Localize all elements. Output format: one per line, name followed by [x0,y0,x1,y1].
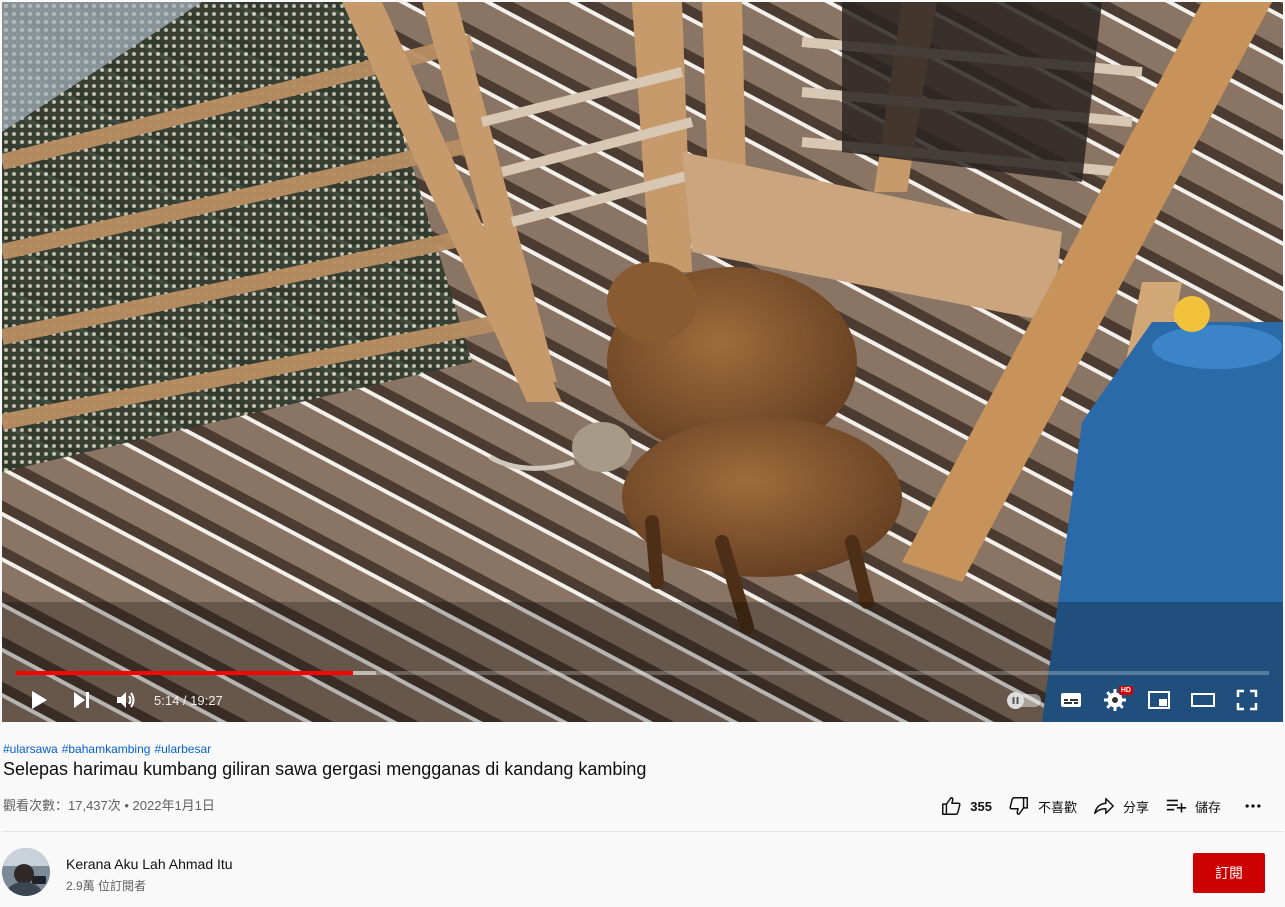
playlist-add-icon [1166,799,1187,813]
dislike-button[interactable]: 不喜歡 [1000,790,1085,822]
subscriber-count: 2.9萬 位訂閱者 [66,879,147,893]
hd-badge: HD [1118,686,1133,695]
progress-played [16,671,354,675]
channel-name[interactable]: Kerana Aku Lah Ahmad Itu [66,856,233,872]
next-button[interactable] [60,678,104,722]
theater-mode-button[interactable] [1181,678,1225,722]
more-horiz-icon [1245,804,1261,808]
hashtag-link[interactable]: #ularbesar [154,742,211,756]
subtitles-icon [1061,693,1081,707]
time-separator: / [179,692,191,708]
theater-icon [1191,693,1215,707]
hashtag-link[interactable]: #ularsawa [3,742,58,756]
share-button[interactable]: 分享 [1085,790,1157,822]
settings-button[interactable]: HD [1093,678,1137,722]
video-title: Selepas harimau kumbang giliran sawa ger… [3,759,647,779]
time-display: 5:14 / 19:27 [154,693,223,708]
divider [2,831,1283,832]
dislike-label: 不喜歡 [1037,799,1077,815]
thumbs-up-icon [942,797,961,815]
save-label: 儲存 [1194,799,1221,815]
autoplay-toggle[interactable] [1001,678,1049,722]
subtitles-button[interactable] [1049,678,1093,722]
thumbs-down-icon [1009,797,1028,815]
channel-avatar[interactable] [2,848,50,896]
time-current: 5:14 [154,692,180,708]
like-count: 355 [970,798,992,814]
play-icon [32,691,47,709]
save-button[interactable]: 儲存 [1157,790,1229,822]
pause-icon [1012,696,1019,704]
hashtags: #ularsawa #bahamkambing #ularbesar [3,742,215,756]
like-button[interactable]: 355 [932,790,1000,822]
volume-button[interactable] [104,678,148,722]
player-controls: 5:14 / 19:27 HD [2,678,1283,722]
more-actions-button[interactable] [1235,790,1271,822]
time-total: 19:27 [190,692,223,708]
volume-icon [117,692,135,708]
share-label: 分享 [1122,799,1149,815]
video-frame [2,2,1283,722]
fullscreen-icon [1236,689,1258,711]
subscribe-button[interactable]: 訂閱 [1193,853,1265,893]
miniplayer-icon [1148,691,1170,709]
video-actions: 355 不喜歡 分享 儲存 [932,790,1271,822]
hashtag-link[interactable]: #bahamkambing [62,742,151,756]
miniplayer-button[interactable] [1137,678,1181,722]
video-player[interactable]: 5:14 / 19:27 HD [2,2,1283,722]
play-button[interactable] [16,678,60,722]
skip-next-icon [74,692,89,708]
share-icon [1094,797,1114,815]
view-count-date: 觀看次數：17,437次 • 2022年1月1日 [3,798,215,813]
fullscreen-button[interactable] [1225,678,1269,722]
progress-bar[interactable] [16,671,1269,675]
